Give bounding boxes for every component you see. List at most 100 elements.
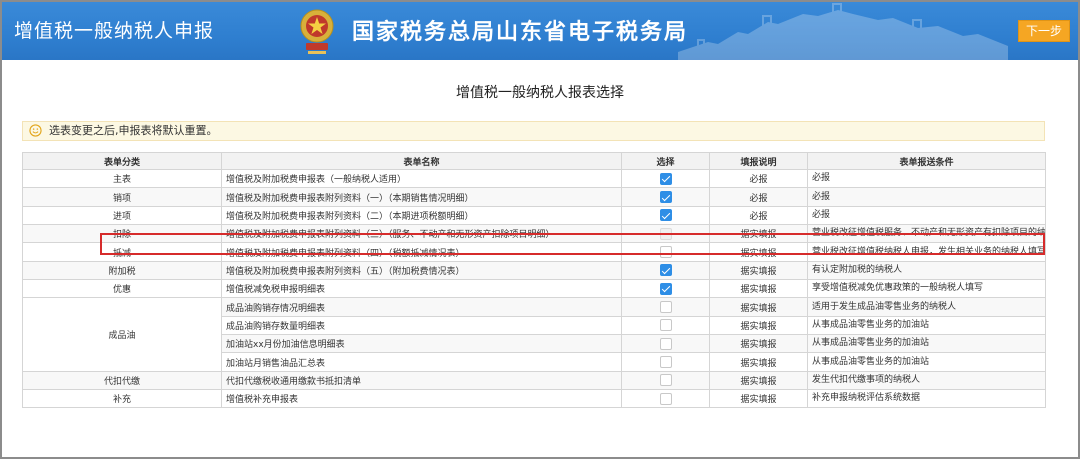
row-category: 优惠: [22, 279, 222, 299]
page-title: 增值税一般纳税人报表选择: [456, 85, 624, 101]
row-form-name: 加油站xx月份加油信息明细表: [221, 334, 622, 354]
table-row: 销项 增值税及附加税费申报表附列资料（一）（本期销售情况明细） 必报 必报: [22, 187, 1047, 207]
row-fill-note: 必报: [709, 168, 809, 189]
header-select: 选择: [620, 152, 711, 170]
row-form-name: 增值税补充申报表: [221, 389, 622, 409]
next-step-button[interactable]: 下一步: [1018, 20, 1070, 42]
row-select-cell: [620, 279, 711, 299]
table-row: 扣除 增值税及附加税费申报表附列资料（三）（服务、不动产和无形资产扣除项目明细）…: [22, 224, 1047, 244]
table-row: 进项 增值税及附加税费申报表附列资料（二）（本期进项税额明细） 必报 必报: [22, 205, 1047, 226]
header-category: 表单分类: [22, 152, 222, 170]
row-form-name: 代扣代缴税收通用缴款书抵扣清单: [221, 370, 622, 391]
row-condition: 补充申报纳税评估系统数据: [807, 389, 1047, 409]
tax-emblem-icon: [300, 9, 334, 54]
table-row: 主表 增值税及附加税费申报表（一般纳税人适用） 必报 必报: [22, 168, 1047, 189]
row-select-cell: [620, 187, 711, 207]
row-fill-note: 据实填报: [709, 315, 809, 336]
row-form-name: 增值税及附加税费申报表附列资料（三）（服务、不动产和无形资产扣除项目明细）: [221, 224, 622, 244]
row-form-name: 增值税及附加税费申报表附列资料（一）（本期销售情况明细）: [221, 187, 622, 207]
row-select-cell: [620, 224, 711, 244]
row-category: 主表: [22, 168, 222, 189]
row-condition: 营业税改征增值税纳税人申报，发生相关业务的纳税人填写，其他纳税人可不填: [807, 242, 1047, 262]
select-checkbox[interactable]: [659, 246, 672, 259]
select-checkbox[interactable]: [659, 191, 672, 204]
row-category: 扣除: [22, 224, 222, 244]
row-select-cell: [620, 352, 711, 372]
row-form-name: 增值税及附加税费申报表（一般纳税人适用）: [221, 168, 622, 189]
select-checkbox[interactable]: [659, 172, 672, 185]
row-condition: 从事成品油零售业务的加油站: [807, 334, 1047, 354]
table-row: 成品油 成品油购销存情况明细表 据实填报 适用于发生成品油零售业务的纳税人: [22, 297, 1047, 372]
row-condition: 必报: [807, 168, 1047, 189]
row-fill-note: 据实填报: [709, 334, 809, 354]
row-condition: 从事成品油零售业务的加油站: [807, 315, 1047, 336]
app-frame: 增值税一般纳税人申报 国家税务总局山东省电子税务局 下一步 增值税一般纳税人报表…: [0, 0, 1080, 459]
row-select-cell: [620, 242, 711, 262]
select-checkbox[interactable]: [659, 337, 672, 350]
row-select-cell: [620, 260, 711, 281]
row-condition: 必报: [807, 187, 1047, 207]
table-row: 补充 增值税补充申报表 据实填报 补充申报纳税评估系统数据: [22, 389, 1047, 409]
row-fill-note: 据实填报: [709, 352, 809, 372]
row-condition: 必报: [807, 205, 1047, 226]
row-condition: 适用于发生成品油零售业务的纳税人: [807, 297, 1047, 317]
row-fill-note: 据实填报: [709, 297, 809, 317]
table-row: 附加税 增值税及附加税费申报表附列资料（五）（附加税费情况表） 据实填报 有认定…: [22, 260, 1047, 281]
row-condition: 发生代扣代缴事项的纳税人: [807, 370, 1047, 391]
row-form-name: 增值税及附加税费申报表附列资料（五）（附加税费情况表）: [221, 260, 622, 281]
row-condition: 从事成品油零售业务的加油站: [807, 352, 1047, 372]
select-checkbox[interactable]: [659, 227, 672, 240]
form-selection-table: 表单分类 表单名称 选择 填报说明 表单报送条件 主表 增值税及附加税费申报表（…: [22, 152, 1047, 409]
row-fill-note: 必报: [709, 205, 809, 226]
row-category: 成品油: [22, 297, 222, 372]
row-select-cell: [620, 315, 711, 336]
select-checkbox[interactable]: [659, 356, 672, 369]
row-select-cell: [620, 168, 711, 189]
row-condition: 营业税改征增值税服务、不动产和无形资产有扣除项目的纳税人。有扣除项目的营业税改增…: [807, 224, 1047, 244]
table-row: 代扣代缴 代扣代缴税收通用缴款书抵扣清单 据实填报 发生代扣代缴事项的纳税人: [22, 370, 1047, 391]
bureau-title: 国家税务总局山东省电子税务局: [352, 20, 689, 45]
row-fill-note: 据实填报: [709, 389, 809, 409]
row-select-cell: [620, 297, 711, 317]
row-form-name: 增值税及附加税费申报表附列资料（二）（本期进项税额明细）: [221, 205, 622, 226]
row-category: 补充: [22, 389, 222, 409]
row-fill-note: 据实填报: [709, 224, 809, 244]
select-checkbox[interactable]: [659, 374, 672, 387]
row-category: 代扣代缴: [22, 370, 222, 391]
header-fill-note: 填报说明: [709, 152, 809, 170]
row-fill-note: 据实填报: [709, 242, 809, 262]
row-condition: 有认定附加税的纳税人: [807, 260, 1047, 281]
select-checkbox[interactable]: [659, 209, 672, 222]
row-select-cell: [620, 334, 711, 354]
select-checkbox[interactable]: [659, 282, 672, 295]
app-title: 增值税一般纳税人申报: [14, 20, 215, 42]
row-fill-note: 据实填报: [709, 279, 809, 299]
header-form-name: 表单名称: [221, 152, 622, 170]
row-form-name: 加油站月销售油品汇总表: [221, 352, 622, 372]
reset-notice: 选表变更之后,申报表将默认重置。: [22, 121, 1045, 141]
header-condition: 表单报送条件: [807, 152, 1047, 170]
row-category: 附加税: [22, 260, 222, 281]
app-header: 增值税一般纳税人申报 国家税务总局山东省电子税务局 下一步: [2, 2, 1078, 60]
great-wall-decoration: [678, 3, 1008, 60]
row-fill-note: 据实填报: [709, 260, 809, 281]
select-checkbox[interactable]: [659, 264, 672, 277]
row-form-name: 增值税减免税申报明细表: [221, 279, 622, 299]
select-checkbox[interactable]: [659, 319, 672, 332]
table-header-row: 表单分类 表单名称 选择 填报说明 表单报送条件: [22, 152, 1047, 170]
row-form-name: 增值税及附加税费申报表附列资料（四）（税额抵减情况表）: [221, 242, 622, 262]
row-category: 销项: [22, 187, 222, 207]
row-form-name: 成品油购销存数量明细表: [221, 315, 622, 336]
row-category: 抵减: [22, 242, 222, 262]
row-select-cell: [620, 370, 711, 391]
select-checkbox[interactable]: [659, 301, 672, 314]
row-select-cell: [620, 389, 711, 409]
table-row: 优惠 增值税减免税申报明细表 据实填报 享受增值税减免优惠政策的一般纳税人填写: [22, 279, 1047, 299]
table-row: 抵减 增值税及附加税费申报表附列资料（四）（税额抵减情况表） 据实填报 营业税改…: [22, 242, 1047, 262]
row-form-name: 成品油购销存情况明细表: [221, 297, 622, 317]
row-fill-note: 据实填报: [709, 370, 809, 391]
notice-text: 选表变更之后,申报表将默认重置。: [49, 124, 218, 137]
select-checkbox[interactable]: [659, 392, 672, 405]
row-select-cell: [620, 205, 711, 226]
smile-icon: [29, 124, 42, 137]
